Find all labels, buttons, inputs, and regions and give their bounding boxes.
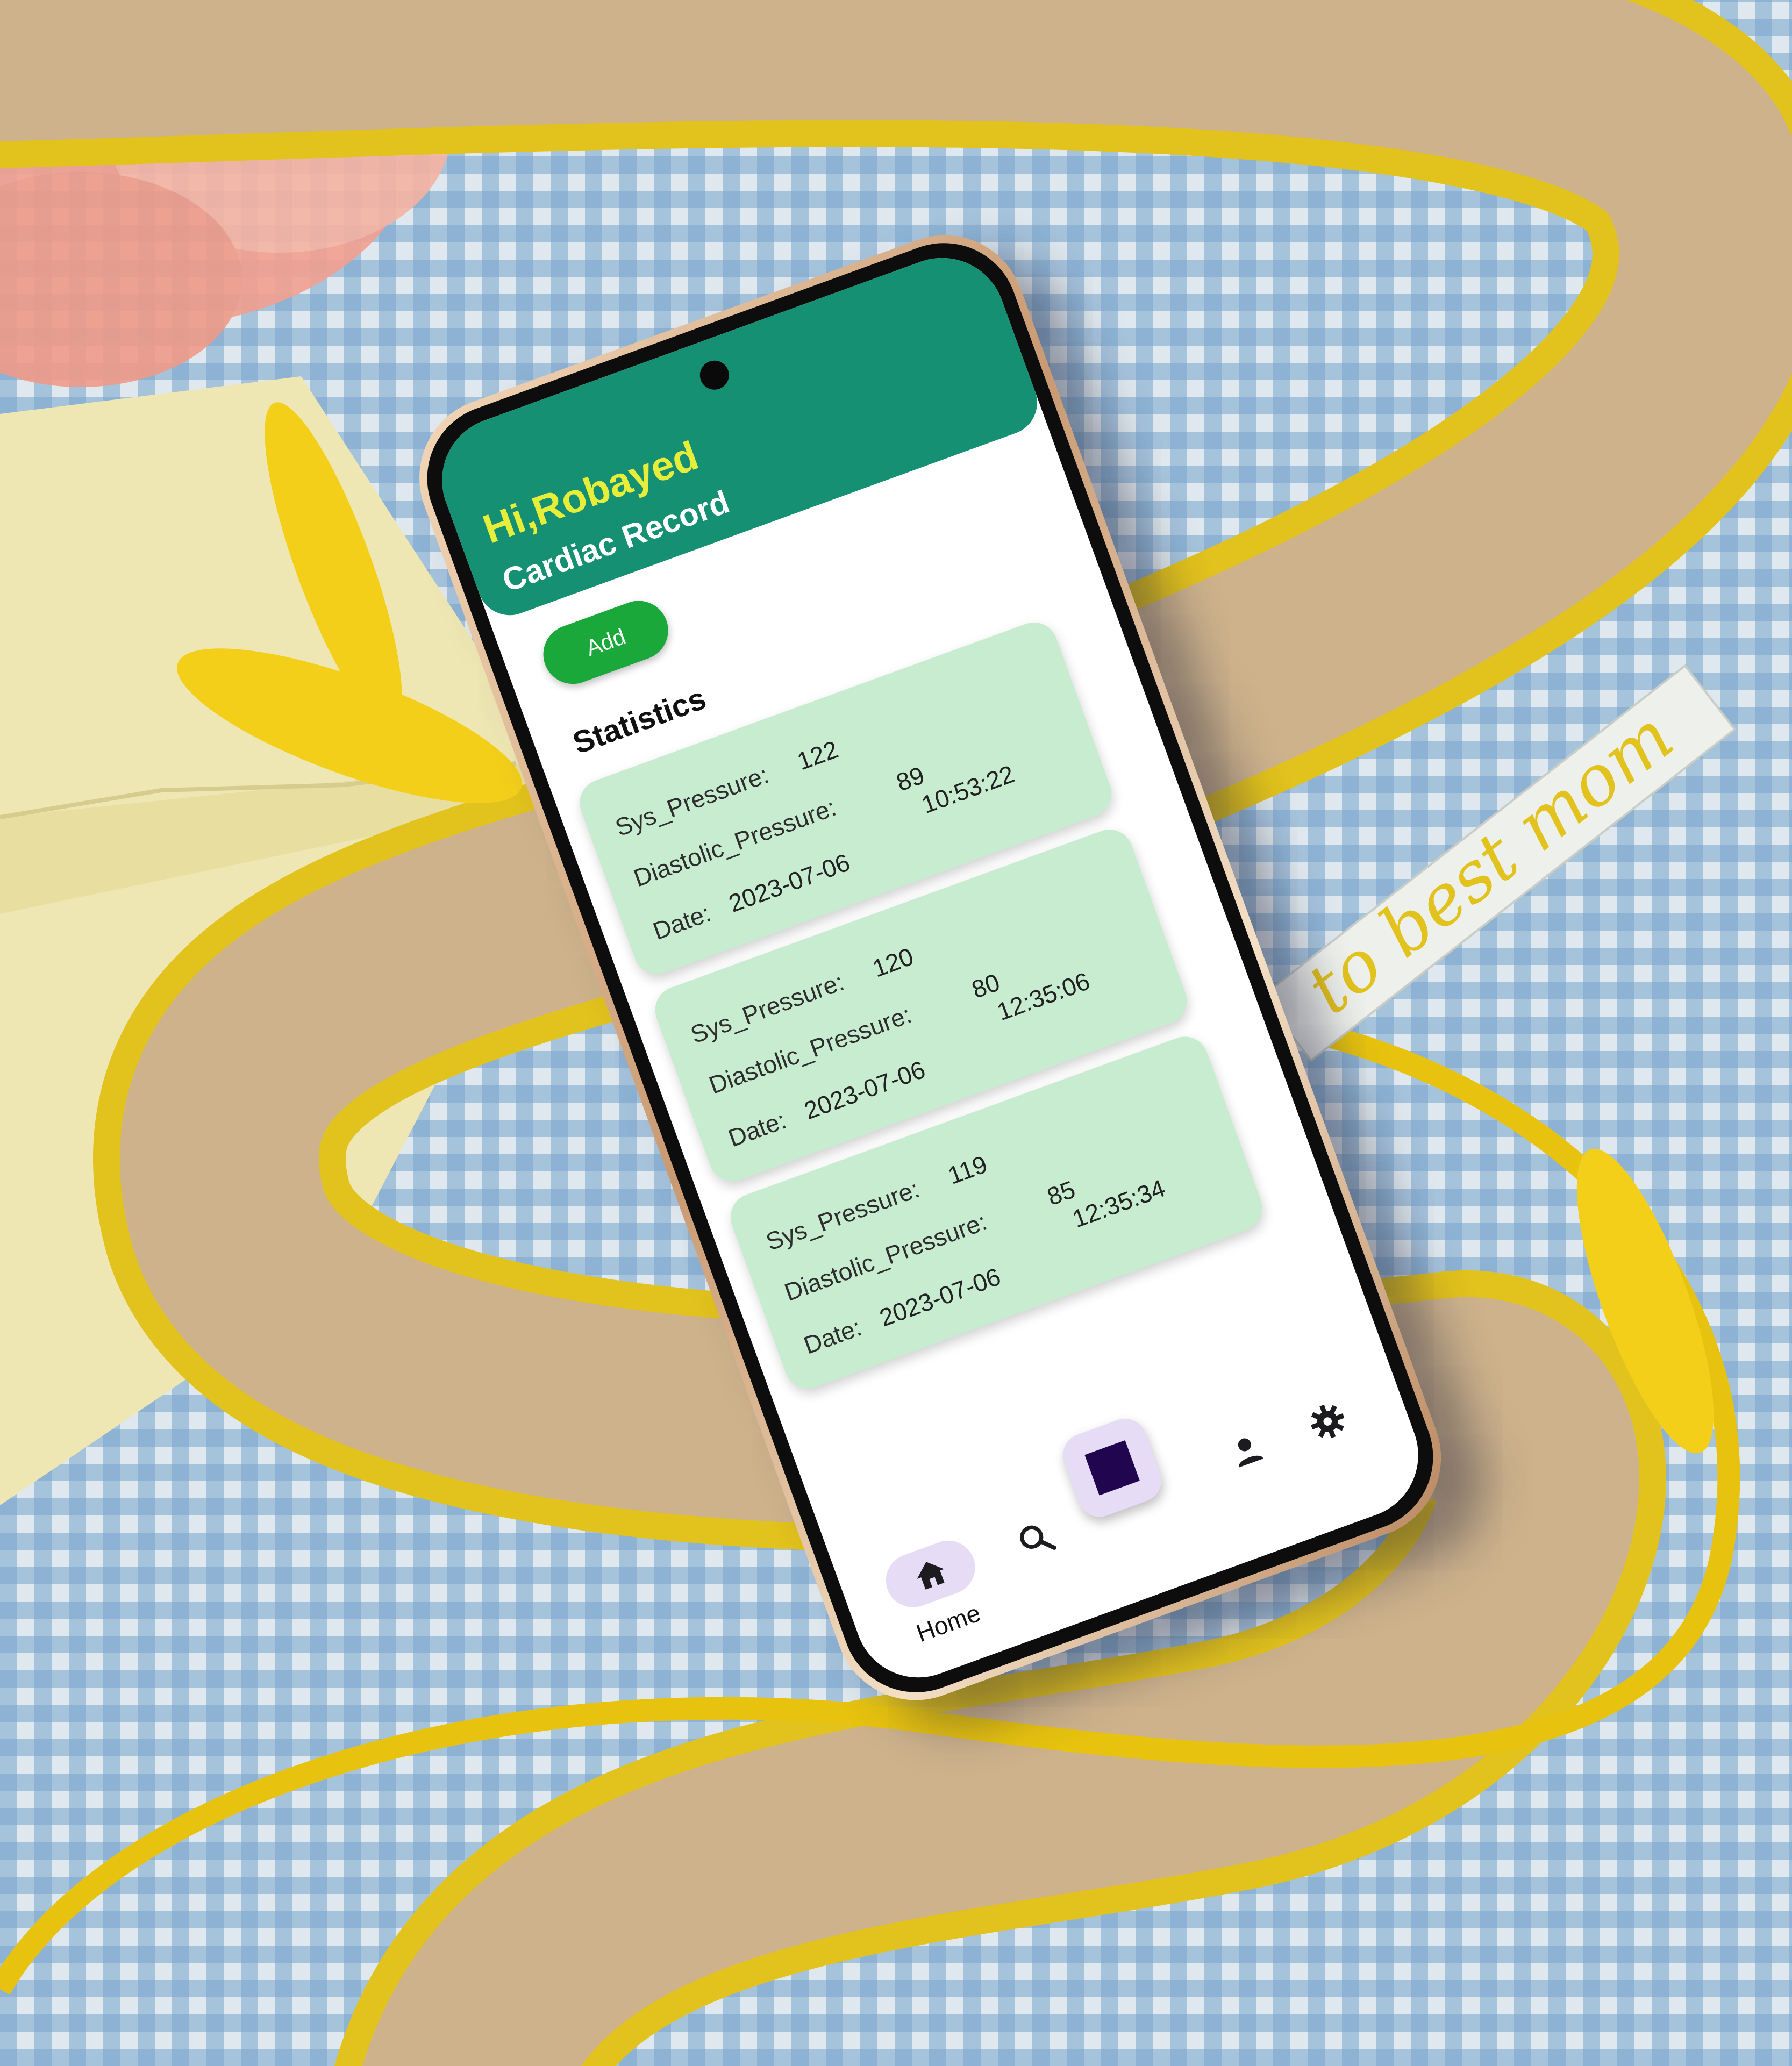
- sys-pressure-value: 120: [868, 942, 917, 983]
- date-label: Date:: [649, 898, 715, 946]
- sys-pressure-value: 119: [944, 1149, 991, 1190]
- date-value: 2023-07-06: [725, 848, 854, 918]
- photo-scene: to best mom Hi,Robayed Cardiac Record Ad…: [0, 0, 1792, 2066]
- date-value: 2023-07-06: [800, 1055, 929, 1125]
- center-action-button: [1057, 1412, 1168, 1523]
- date-label: Date:: [724, 1105, 790, 1153]
- nav-search[interactable]: [1011, 1514, 1060, 1564]
- date-label: Date:: [799, 1313, 866, 1360]
- search-icon: [1020, 1525, 1056, 1550]
- record-time: 10:53:22: [918, 759, 1018, 819]
- nav-center-action[interactable]: [1057, 1412, 1168, 1523]
- person-icon: [1238, 1438, 1263, 1468]
- record-time: 12:35:06: [993, 967, 1094, 1026]
- nav-home-label: Home: [912, 1598, 984, 1648]
- home-icon: [917, 1562, 945, 1590]
- date-row: Date: 2023-07-06: [724, 1055, 929, 1153]
- record-time: 12:35:34: [1068, 1174, 1169, 1233]
- date-row: Date: 2023-07-06: [649, 848, 853, 946]
- date-row: Date: 2023-07-06: [799, 1262, 1004, 1360]
- nav-home[interactable]: Home: [878, 1533, 996, 1653]
- sys-pressure-value: 122: [793, 735, 842, 776]
- nav-settings[interactable]: [1303, 1397, 1352, 1446]
- add-record-button[interactable]: Add: [535, 592, 677, 692]
- date-value: 2023-07-06: [875, 1262, 1004, 1332]
- gear-icon: [1311, 1404, 1345, 1439]
- square-icon: [1084, 1440, 1140, 1496]
- nav-profile[interactable]: [1222, 1426, 1272, 1476]
